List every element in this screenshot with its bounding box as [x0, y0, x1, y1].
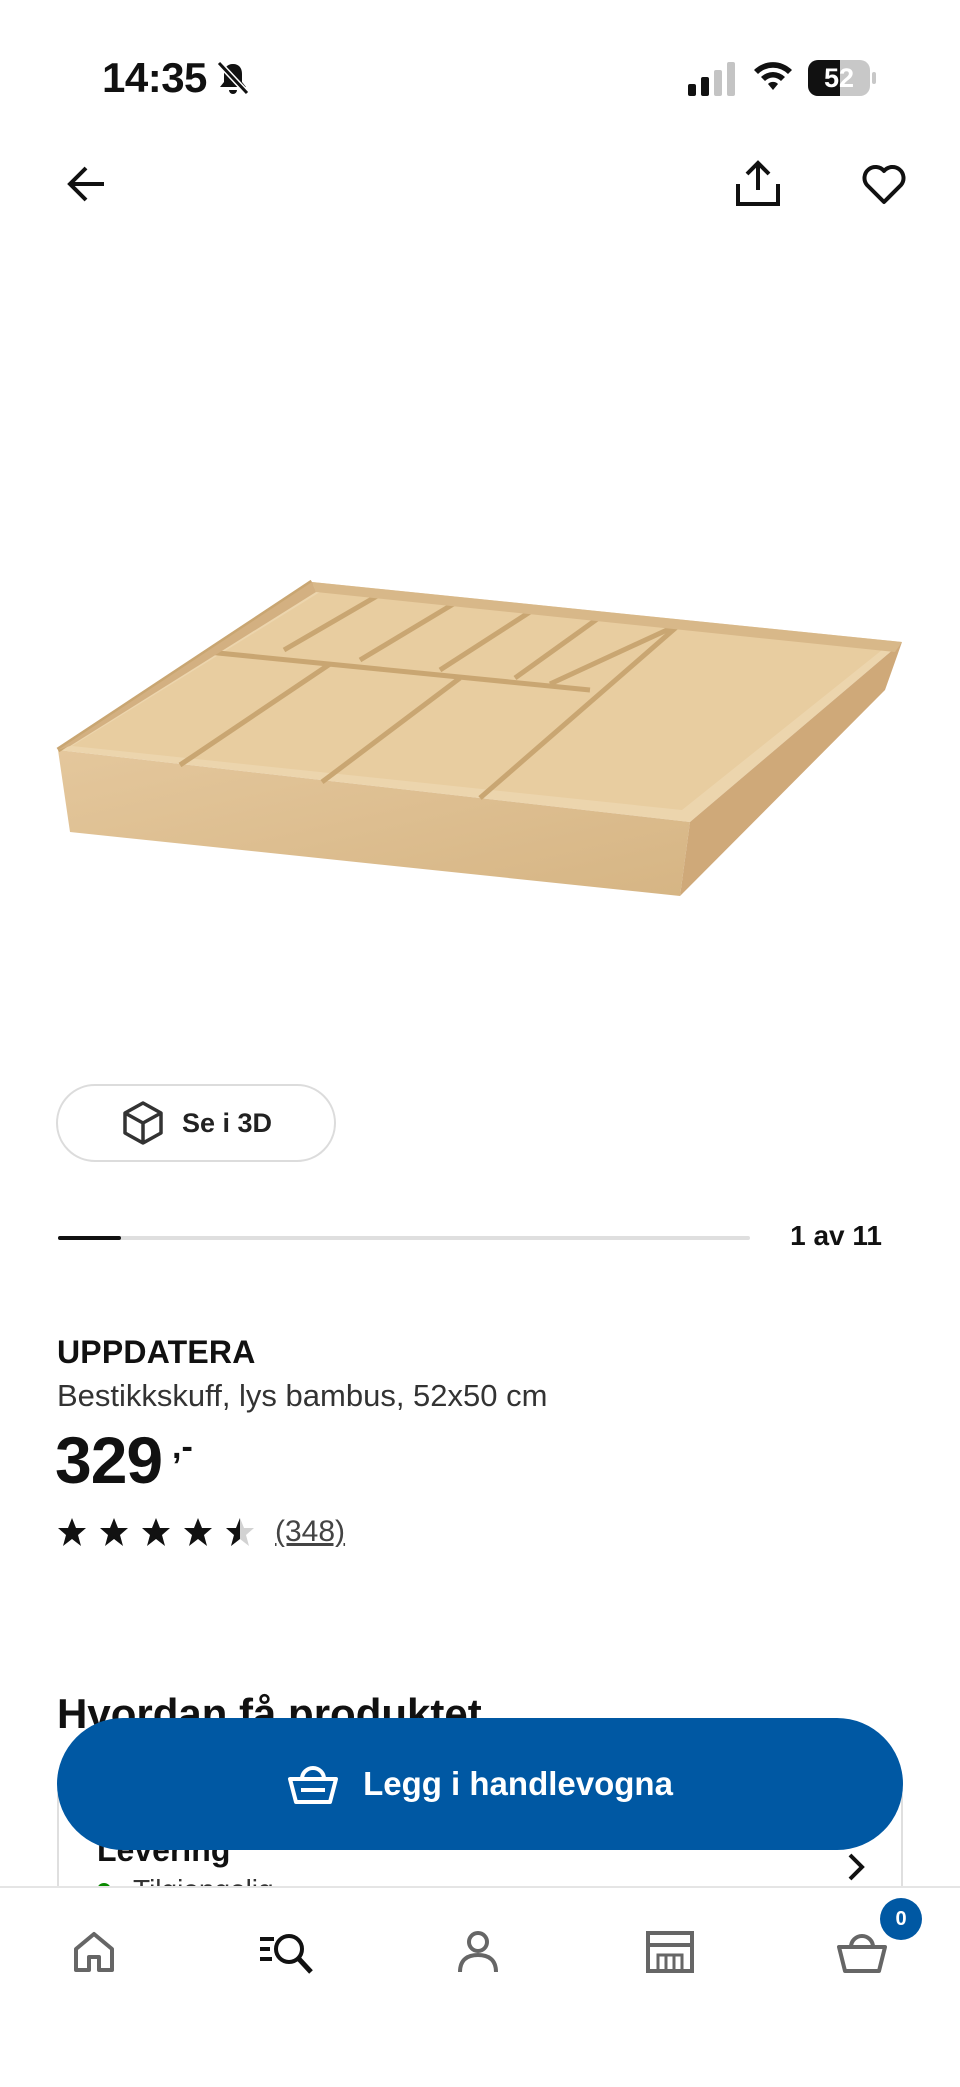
bell-off-icon	[216, 60, 250, 96]
star-icon	[184, 1518, 212, 1546]
cellular-signal-icon	[688, 62, 735, 96]
heart-icon	[862, 165, 906, 204]
product-price: 329	[55, 1423, 163, 1497]
star-icon	[58, 1518, 86, 1546]
nav-search[interactable]	[256, 1922, 316, 1982]
half-star-icon	[226, 1518, 254, 1546]
cube-icon	[123, 1101, 163, 1145]
shopping-basket-icon	[837, 1934, 887, 1973]
nav-home[interactable]	[64, 1922, 124, 1982]
chevron-right-icon	[848, 1853, 865, 1881]
back-button[interactable]	[52, 150, 120, 218]
view-3d-label: Se i 3D	[182, 1107, 273, 1138]
reviews-count-link[interactable]: (348)	[275, 1515, 345, 1549]
price-suffix: ,-	[172, 1428, 193, 1466]
status-bar: 14:35 52	[0, 0, 960, 150]
battery-indicator: 52	[808, 60, 876, 96]
share-button[interactable]	[724, 150, 792, 218]
store-icon	[646, 1931, 694, 1973]
product-rating[interactable]: (348)	[57, 1512, 345, 1552]
bottom-navigation	[0, 1886, 960, 2087]
add-to-cart-label: Legg i handlevogna	[363, 1765, 673, 1802]
add-to-cart-button[interactable]: Legg i handlevogna	[57, 1718, 903, 1850]
status-time: 14:35	[102, 54, 207, 101]
profile-icon	[458, 1931, 498, 1973]
arrow-left-icon	[67, 166, 104, 202]
product-description: Bestikkskuff, lys bambus, 52x50 cm	[57, 1378, 548, 1413]
nav-store[interactable]	[640, 1922, 700, 1982]
battery-percent: 52	[823, 63, 855, 93]
star-icon	[142, 1518, 170, 1546]
product-image[interactable]	[40, 560, 920, 900]
star-icon	[100, 1518, 128, 1546]
gallery-position: 1 av 11	[790, 1220, 882, 1251]
nav-profile[interactable]	[448, 1922, 508, 1982]
home-icon	[74, 1932, 114, 1972]
gallery-progress	[58, 1236, 750, 1240]
favorite-button[interactable]	[850, 150, 918, 218]
share-icon	[736, 160, 780, 206]
cart-count-badge: 0	[880, 1898, 922, 1940]
wifi-icon	[754, 62, 792, 90]
gallery-progress-fill	[58, 1236, 121, 1240]
product-name: UPPDATERA	[57, 1334, 256, 1370]
view-3d-button[interactable]: Se i 3D	[56, 1084, 336, 1162]
search-icon	[260, 1934, 313, 1974]
shopping-basket-icon	[288, 1766, 339, 1804]
